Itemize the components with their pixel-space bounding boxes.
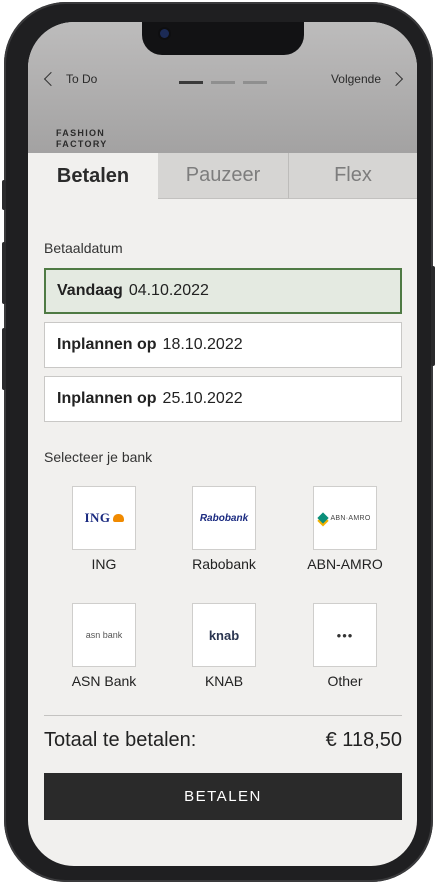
bank-select-label: Selecteer je bank: [44, 449, 153, 465]
volume-down-button: [2, 328, 6, 390]
progress-step-2: [211, 81, 235, 84]
rabobank-logo-text: Rabobank: [199, 512, 249, 524]
date-option-date: 04.10.2022: [128, 282, 209, 299]
rabobank-logo: Rabobank: [192, 486, 256, 550]
bank-name: Rabobank: [192, 556, 256, 572]
more-icon: •••: [313, 603, 377, 667]
date-option-date: 18.10.2022: [162, 336, 243, 353]
bank-option-knab[interactable]: knab KNAB: [164, 603, 284, 689]
bank-option-ing[interactable]: ING ING: [44, 486, 164, 572]
lion-icon: [112, 514, 124, 522]
tab-betalen[interactable]: Betalen: [28, 153, 158, 199]
logo-line-2: FACTORY: [56, 139, 108, 149]
tab-flex[interactable]: Flex: [288, 153, 417, 199]
tab-pauzeer[interactable]: Pauzeer: [158, 153, 288, 199]
back-button[interactable]: To Do: [43, 71, 98, 87]
bank-name: ING: [91, 556, 117, 572]
bank-option-abn-amro[interactable]: ABN·AMRO ABN-AMRO: [285, 486, 405, 572]
bank-name: Other: [327, 673, 363, 689]
pay-button[interactable]: BETALEN: [44, 773, 402, 820]
date-option-key: Vandaag: [57, 282, 123, 299]
date-option-schedule-2[interactable]: Inplannen op 25.10.2022: [44, 376, 402, 422]
progress-indicator: [179, 81, 267, 84]
progress-step-3: [243, 81, 267, 84]
bank-option-other[interactable]: ••• Other: [285, 603, 405, 689]
knab-logo: knab: [192, 603, 256, 667]
power-button: [431, 266, 435, 366]
date-option-key: Inplannen op: [57, 390, 157, 407]
knab-logo-text: knab: [208, 627, 240, 643]
divider: [44, 715, 402, 716]
next-button[interactable]: Volgende: [330, 71, 404, 87]
notch: [142, 22, 304, 55]
date-option-key: Inplannen op: [57, 336, 157, 353]
asn-logo: asn bank: [72, 603, 136, 667]
mute-switch: [2, 180, 6, 210]
date-option-schedule-1[interactable]: Inplannen op 18.10.2022: [44, 322, 402, 368]
bank-name: ABN-AMRO: [307, 556, 383, 572]
camera-icon: [160, 29, 169, 38]
volume-up-button: [2, 242, 6, 304]
logo-line-1: FASHION: [56, 128, 106, 138]
brand-logo: FASHION FACTORY: [56, 128, 108, 150]
chevron-right-icon: [388, 71, 404, 87]
ing-logo: ING: [72, 486, 136, 550]
next-label: Volgende: [330, 72, 381, 86]
bank-name: KNAB: [204, 673, 244, 689]
asn-logo-text: asn bank: [85, 630, 123, 640]
tab-bar: Betalen Pauzeer Flex: [28, 153, 417, 199]
payment-date-label: Betaaldatum: [44, 240, 123, 256]
back-label: To Do: [66, 72, 98, 86]
bank-name: ASN Bank: [71, 673, 137, 689]
progress-step-1: [179, 81, 203, 84]
more-dots: •••: [336, 627, 354, 643]
bank-option-rabobank[interactable]: Rabobank Rabobank: [164, 486, 284, 572]
date-option-date: 25.10.2022: [162, 390, 243, 407]
abn-amro-logo: ABN·AMRO: [313, 486, 377, 550]
abn-amro-logo-text: ABN·AMRO: [330, 514, 371, 522]
shield-icon: [317, 512, 330, 524]
chevron-left-icon: [43, 71, 59, 87]
date-option-today[interactable]: Vandaag 04.10.2022: [44, 268, 402, 314]
app-screen: To Do Volgende FASHION FACTORY Betalen P…: [28, 22, 417, 866]
total-label: Totaal te betalen:: [44, 729, 197, 751]
total-amount: € 118,50: [325, 729, 402, 751]
bank-option-asn[interactable]: asn bank ASN Bank: [44, 603, 164, 689]
phone-frame: To Do Volgende FASHION FACTORY Betalen P…: [2, 2, 435, 882]
ing-logo-text: ING: [84, 510, 111, 525]
